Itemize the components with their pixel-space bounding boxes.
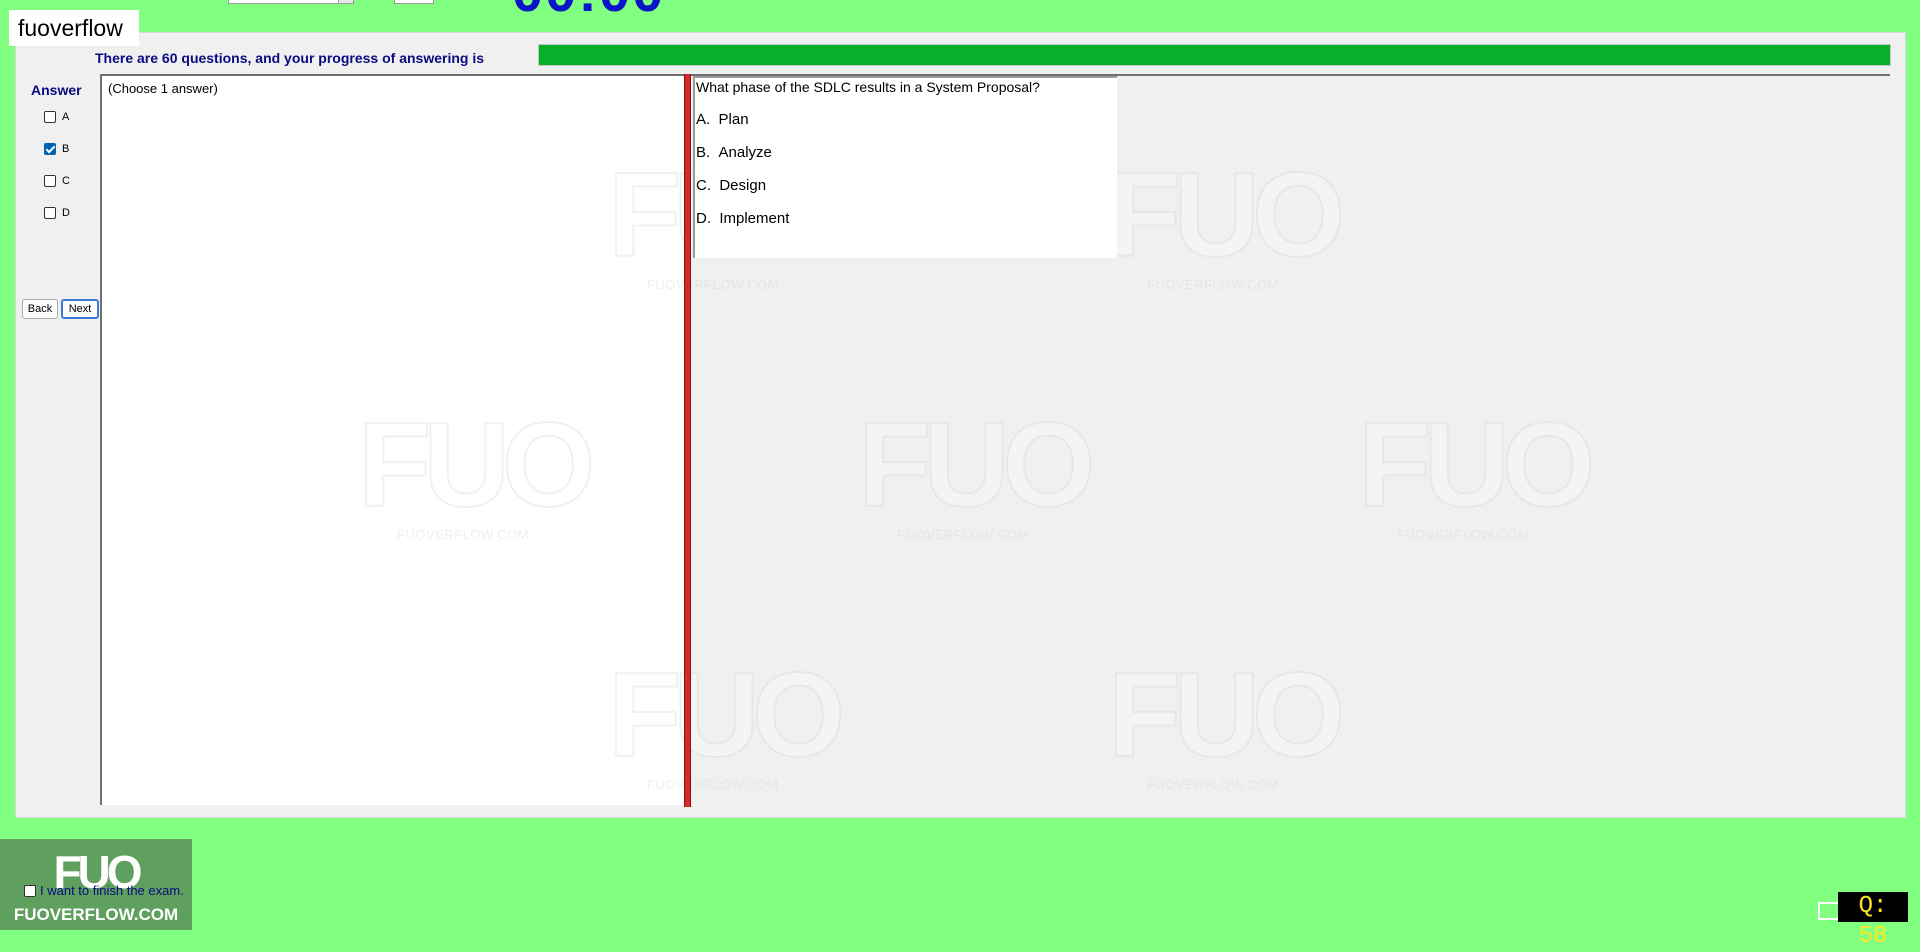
checkbox-b[interactable]: [44, 143, 56, 155]
answer-option-b[interactable]: B: [44, 143, 69, 155]
answer-option-d[interactable]: D: [44, 207, 70, 219]
finish-checkbox[interactable]: [24, 884, 36, 897]
finish-label: I want to finish the exam.: [40, 883, 184, 898]
progress-fill: [539, 45, 1890, 65]
exam-code-dropdown[interactable]: [228, 0, 354, 4]
answer-option-label: A: [62, 111, 70, 123]
font-size-input[interactable]: [394, 0, 434, 4]
back-button[interactable]: Back: [22, 299, 58, 319]
question-counter: Q: 58: [1838, 892, 1908, 950]
question-option: B. Analyze: [696, 144, 772, 161]
answer-option-c[interactable]: C: [44, 175, 70, 187]
pane-splitter[interactable]: [684, 74, 691, 807]
exam-timer: 00:00: [512, 0, 665, 20]
answer-option-label: D: [62, 207, 70, 219]
choose-instruction: (Choose 1 answer): [108, 81, 218, 96]
answer-title: Answer: [31, 82, 82, 98]
progress-label: There are 60 questions, and your progres…: [95, 50, 484, 66]
next-button[interactable]: Next: [61, 299, 99, 319]
frame-corner: [1818, 902, 1838, 920]
checkbox-a[interactable]: [44, 111, 56, 123]
answer-option-label: C: [62, 175, 70, 187]
question-option: C. Design: [696, 177, 767, 194]
question-option: A. Plan: [696, 111, 749, 128]
question-option: D. Implement: [696, 210, 790, 227]
answer-option-label: B: [62, 143, 70, 155]
answer-option-a[interactable]: A: [44, 111, 69, 123]
answer-pane[interactable]: [100, 74, 686, 805]
question-box: [693, 76, 1117, 258]
brand-label: fuoverflow: [9, 10, 139, 46]
checkbox-c[interactable]: [44, 175, 56, 187]
finish-exam-option[interactable]: I want to finish the exam.: [24, 883, 184, 898]
checkbox-d[interactable]: [44, 207, 56, 219]
progress-bar: [538, 44, 1891, 66]
dropdown-arrow-icon: [338, 0, 353, 3]
question-text: What phase of the SDLC results in a Syst…: [696, 79, 1040, 95]
